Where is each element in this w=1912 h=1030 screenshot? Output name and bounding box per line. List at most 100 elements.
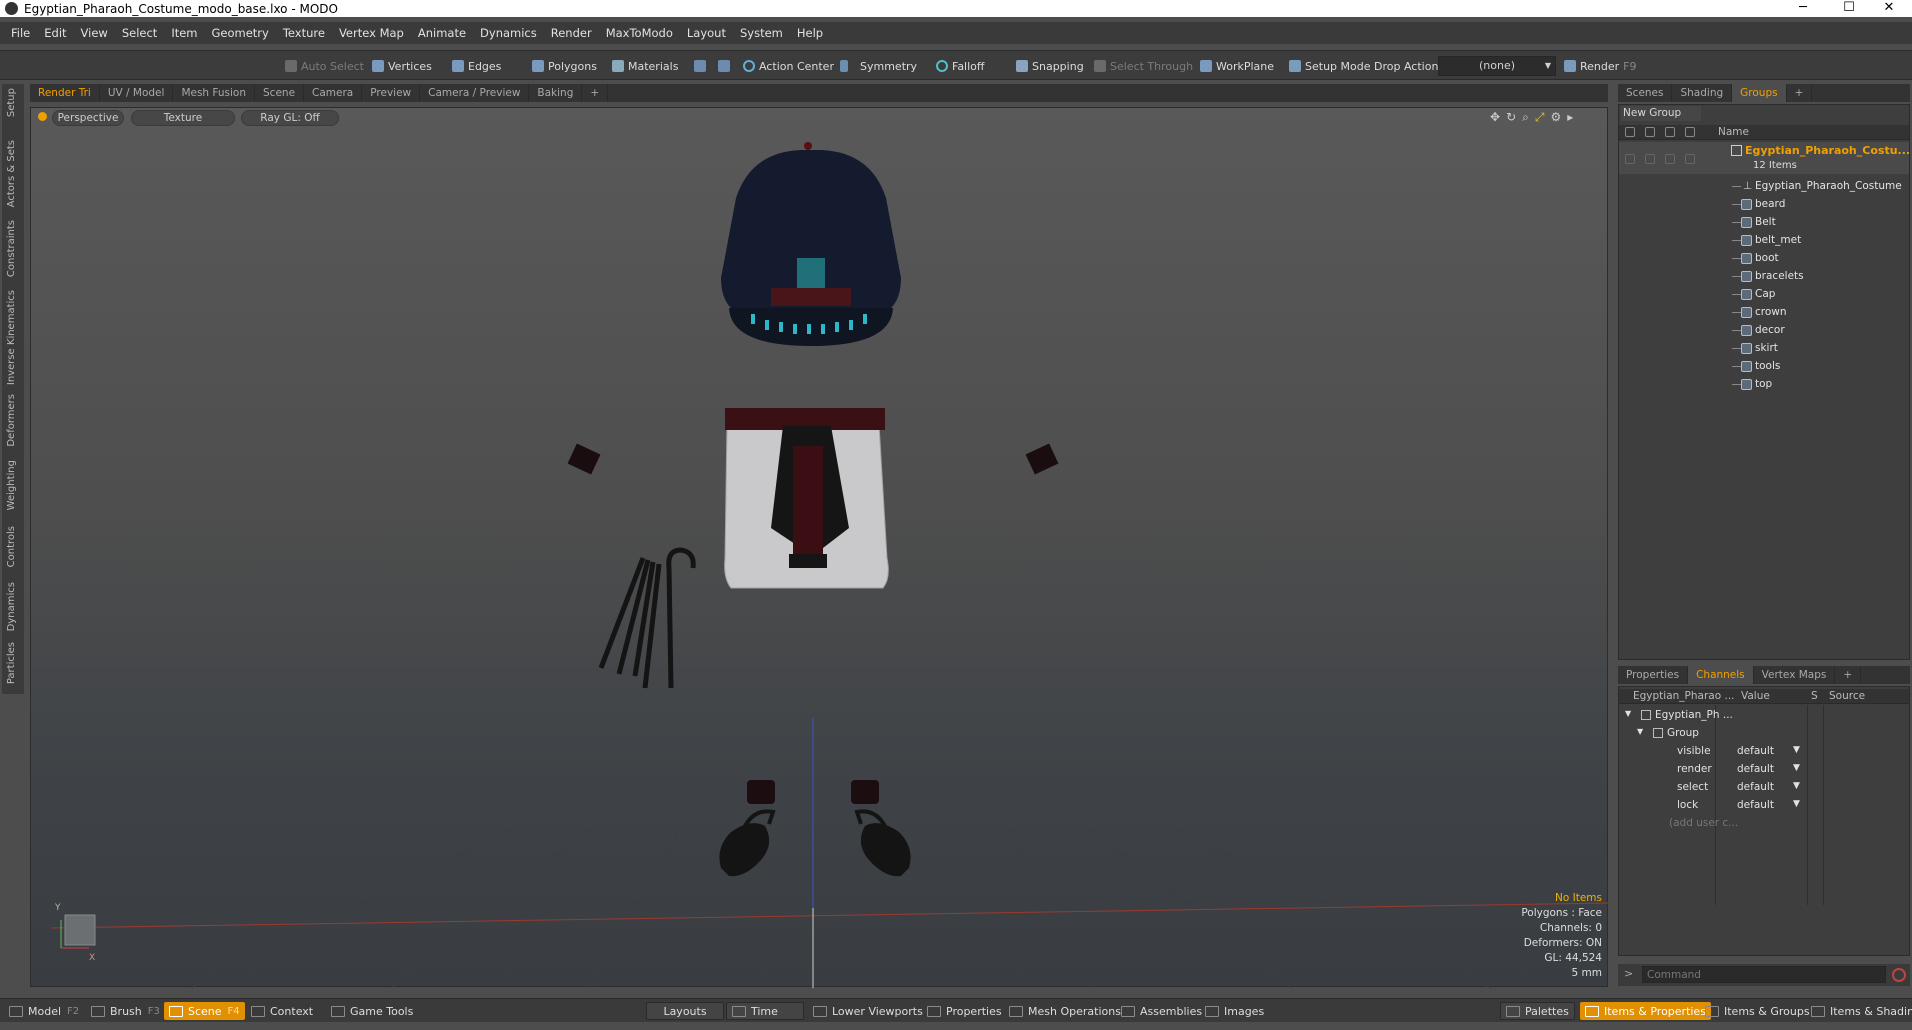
root-group-row[interactable]: Egyptian_Pharaoh_Costu... 12 Items <box>1619 142 1910 174</box>
menu-select[interactable]: Select <box>115 26 164 40</box>
tab-controls[interactable]: Controls <box>6 526 17 567</box>
pan-icon[interactable]: ✥ <box>1490 110 1500 125</box>
snapping-button[interactable]: Snapping <box>1016 56 1084 76</box>
channel-row-lock[interactable]: lock default ▼ <box>1619 797 1909 815</box>
expand-arrow-icon[interactable]: ▼ <box>1637 727 1643 736</box>
visibility-column-icon[interactable] <box>1625 127 1635 137</box>
tab-scene[interactable]: Scene <box>255 84 305 102</box>
properties-button[interactable]: Properties <box>922 1002 1007 1020</box>
materials-button[interactable]: Materials <box>612 56 678 76</box>
menu-dynamics[interactable]: Dynamics <box>473 26 544 40</box>
lower-viewports-button[interactable]: Lower Viewports <box>808 1002 928 1020</box>
list-item[interactable]: Belt <box>1619 213 1909 231</box>
list-item[interactable]: Cap <box>1619 285 1909 303</box>
tab-setup[interactable]: Setup <box>6 88 17 117</box>
symmetry-button[interactable]: Symmetry <box>840 56 917 76</box>
menu-geometry[interactable]: Geometry <box>205 26 276 40</box>
tab-camera[interactable]: Camera <box>304 84 363 102</box>
rotate-icon[interactable]: ↻ <box>1506 110 1516 125</box>
assemblies-button[interactable]: Assemblies <box>1116 1002 1207 1020</box>
tab-constraints[interactable]: Constraints <box>6 220 17 277</box>
minimize-button[interactable]: ─ <box>1780 0 1826 17</box>
tab-properties[interactable]: Properties <box>1618 666 1689 684</box>
menu-view[interactable]: View <box>74 26 115 40</box>
record-icon[interactable] <box>1892 968 1906 982</box>
time-button[interactable]: Time <box>726 1002 804 1020</box>
channel-row-render[interactable]: render default ▼ <box>1619 761 1909 779</box>
chevron-down-icon[interactable]: ▼ <box>1793 781 1800 791</box>
tab-particles[interactable]: Particles <box>6 642 17 684</box>
add-tab-button[interactable]: + <box>582 84 609 102</box>
game-tools-button[interactable]: Game Tools <box>326 1002 418 1020</box>
edges-button[interactable]: Edges <box>452 56 501 76</box>
list-item[interactable]: skirt <box>1619 339 1909 357</box>
add-user-channel-row[interactable]: (add user c... <box>1619 815 1909 833</box>
action-center-button[interactable]: Action Center <box>743 56 834 76</box>
menu-file[interactable]: File <box>4 26 37 40</box>
tab-vertex-maps[interactable]: Vertex Maps <box>1754 666 1836 684</box>
list-item[interactable]: tools <box>1619 357 1909 375</box>
workplane-button[interactable]: WorkPlane <box>1200 56 1274 76</box>
tab-weighting[interactable]: Weighting <box>6 460 17 510</box>
images-button[interactable]: Images <box>1200 1002 1269 1020</box>
list-item[interactable]: bracelets <box>1619 267 1909 285</box>
list-item[interactable]: top <box>1619 375 1909 393</box>
list-item[interactable]: crown <box>1619 303 1909 321</box>
mesh-operations-button[interactable]: Mesh Operations <box>1004 1002 1126 1020</box>
tab-dynamics[interactable]: Dynamics <box>6 582 17 631</box>
menu-system[interactable]: System <box>733 26 790 40</box>
context-button[interactable]: Context <box>246 1002 318 1020</box>
lock-column-icon[interactable] <box>1665 127 1675 137</box>
list-item[interactable]: beard <box>1619 195 1909 213</box>
menu-layout[interactable]: Layout <box>680 26 733 40</box>
items-properties-button[interactable]: Items & Properties <box>1580 1002 1711 1020</box>
list-item[interactable]: ⊥ Egyptian_Pharaoh_Costume <box>1619 177 1909 195</box>
list-item[interactable]: belt_met <box>1619 231 1909 249</box>
tab-inverse-kinematics[interactable]: Inverse Kinematics <box>6 290 17 385</box>
viewport-options-icon[interactable] <box>38 112 47 121</box>
render-column-icon[interactable] <box>1645 127 1655 137</box>
tab-render-tri[interactable]: Render Tri <box>30 84 100 102</box>
channel-row-select[interactable]: select default ▼ <box>1619 779 1909 797</box>
fit-icon[interactable]: ⤢ <box>1535 110 1545 125</box>
scene-layout-button[interactable]: Scene F4 <box>164 1002 245 1020</box>
close-button[interactable]: ✕ <box>1866 0 1912 17</box>
chevron-down-icon[interactable]: ▼ <box>1793 763 1800 773</box>
add-properties-tab-button[interactable]: + <box>1835 666 1862 684</box>
auto-select-button[interactable]: Auto Select <box>285 56 364 76</box>
command-input[interactable] <box>1642 966 1886 983</box>
tab-channels[interactable]: Channels <box>1688 666 1754 684</box>
3d-viewport[interactable]: Y X <box>30 107 1609 988</box>
palettes-button[interactable]: Palettes <box>1500 1002 1575 1020</box>
menu-edit[interactable]: Edit <box>37 26 73 40</box>
add-scene-tab-button[interactable]: + <box>1787 84 1813 102</box>
tab-deformers[interactable]: Deformers <box>6 394 17 447</box>
items-shading-button[interactable]: Items & Shading <box>1806 1002 1912 1020</box>
falloff-button[interactable]: Falloff <box>936 56 984 76</box>
tab-actors-sets[interactable]: Actors & Sets <box>6 140 17 207</box>
viewport-gear-icon[interactable]: ⚙ <box>1550 110 1561 125</box>
snap-mode-icon-2[interactable] <box>718 56 734 76</box>
menu-texture[interactable]: Texture <box>276 26 332 40</box>
tab-uv-model[interactable]: UV / Model <box>100 84 174 102</box>
menu-item[interactable]: Item <box>164 26 204 40</box>
raygl-button[interactable]: Ray GL: Off <box>241 110 339 126</box>
tab-preview[interactable]: Preview <box>362 84 421 102</box>
list-item[interactable]: boot <box>1619 249 1909 267</box>
menu-vertex-map[interactable]: Vertex Map <box>332 26 411 40</box>
viewport-arrow-icon[interactable]: ▸ <box>1567 110 1573 125</box>
model-layout-button[interactable]: Model F2 <box>4 1002 84 1020</box>
snap-mode-icon-1[interactable] <box>694 56 710 76</box>
menu-render[interactable]: Render <box>544 26 599 40</box>
menu-help[interactable]: Help <box>790 26 830 40</box>
polygons-button[interactable]: Polygons <box>532 56 597 76</box>
channel-group-row[interactable]: ▼ Group <box>1619 725 1909 743</box>
shading-mode-button[interactable]: Texture <box>131 110 235 126</box>
setup-mode-button[interactable]: Setup Mode <box>1289 56 1370 76</box>
menu-maxtomodo[interactable]: MaxToModo <box>599 26 680 40</box>
tab-groups[interactable]: Groups <box>1732 84 1787 102</box>
chevron-down-icon[interactable]: ▼ <box>1793 745 1800 755</box>
new-group-button[interactable]: New Group <box>1621 106 1701 121</box>
drop-action-dropdown[interactable]: (none) ▼ <box>1438 56 1556 76</box>
brush-layout-button[interactable]: Brush F3 <box>86 1002 165 1020</box>
